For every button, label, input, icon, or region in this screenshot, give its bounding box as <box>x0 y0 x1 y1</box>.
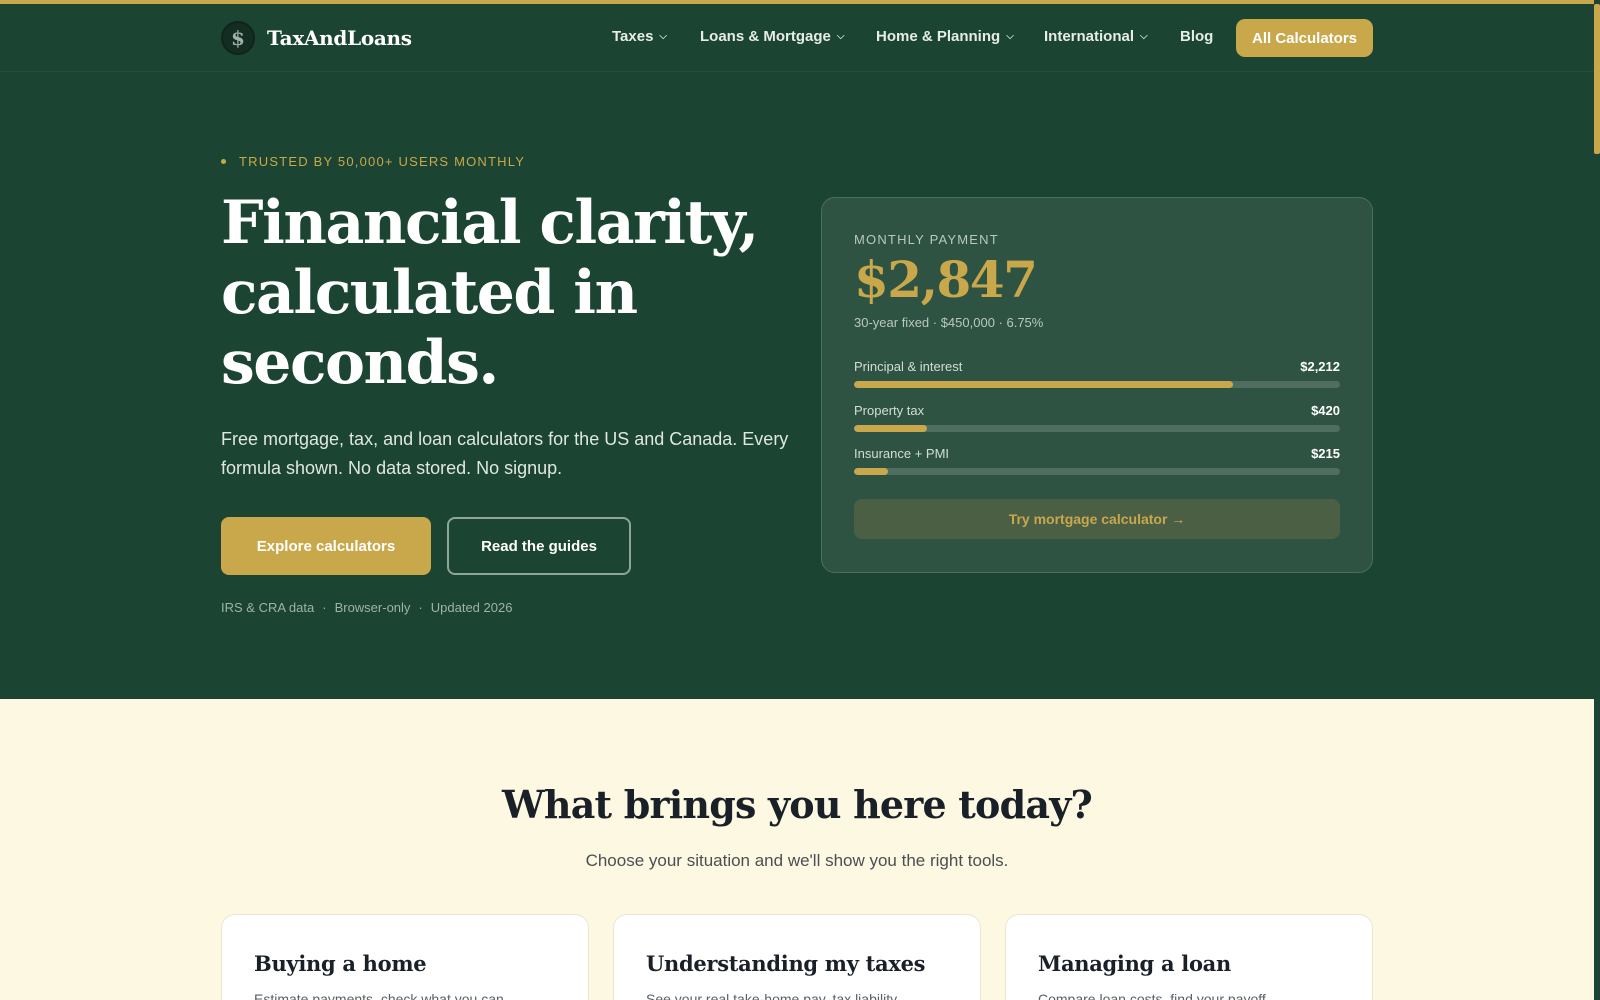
breakdown-bar-fill <box>854 468 889 475</box>
nav-item-home-planning[interactable]: Home & Planning ⌵ <box>876 28 1014 45</box>
breakdown-row-principal: Principal & interest $2,212 <box>854 359 1340 388</box>
meta-separator: · <box>322 600 327 615</box>
situation-card-desc: Compare loan costs, find your payoff <box>1038 991 1266 1000</box>
trusted-eyebrow: TRUSTED BY 50,000+ USERS MONTHLY <box>221 154 525 169</box>
situations-title: What brings you here today? <box>502 782 1093 827</box>
meta-separator: · <box>418 600 423 615</box>
all-calculators-button[interactable]: All Calculators <box>1236 19 1373 57</box>
hero-subtext: Free mortgage, tax, and loan calculators… <box>221 429 789 478</box>
chevron-down-icon: ⌵ <box>659 31 668 42</box>
site-logo[interactable]: $ TaxAndLoans <box>221 21 412 55</box>
brand-name: TaxAndLoans <box>267 26 412 50</box>
meta-item: Browser-only <box>334 600 411 615</box>
nav-item-label: International <box>1044 28 1135 45</box>
nav-item-label: Home & Planning <box>876 28 1001 45</box>
nav-item-taxes[interactable]: Taxes ⌵ <box>612 28 667 45</box>
situation-card-desc: See your real take-home pay, tax liabili… <box>646 991 898 1000</box>
breakdown-bar-track <box>854 468 1340 475</box>
breakdown-bar-track <box>854 381 1340 388</box>
trusted-text: TRUSTED BY 50,000+ USERS MONTHLY <box>239 154 526 169</box>
hero-section: TRUSTED BY 50,000+ USERS MONTHLY Financi… <box>0 72 1594 699</box>
breakdown-value: $215 <box>1311 446 1340 461</box>
site-header: $ TaxAndLoans Taxes ⌵ Loans & Mortgage ⌵… <box>0 4 1594 72</box>
situation-card-managing-loan[interactable]: Managing a loan Compare loan costs, find… <box>1005 914 1373 1000</box>
breakdown-bar-fill <box>854 381 1234 388</box>
situation-card-title: Understanding my taxes <box>646 951 926 976</box>
breakdown-label: Principal & interest <box>854 359 963 374</box>
meta-item: Updated 2026 <box>430 600 513 615</box>
dollar-coin-icon: $ <box>221 21 255 55</box>
chevron-down-icon: ⌵ <box>1140 31 1148 42</box>
card-label: MONTHLY PAYMENT <box>854 232 999 247</box>
bullet-dot-icon <box>221 159 226 164</box>
chevron-down-icon: ⌵ <box>836 31 845 42</box>
breakdown-label: Property tax <box>854 403 925 418</box>
nav-item-label: Blog <box>1180 28 1214 45</box>
nav-item-label: Taxes <box>612 28 654 45</box>
payment-amount: $2,847 <box>854 250 1038 309</box>
situation-card-desc: Estimate payments, check what you can <box>254 991 504 1000</box>
nav-item-international[interactable]: International ⌵ <box>1044 28 1148 45</box>
breakdown-bar-track <box>854 425 1340 432</box>
scrollbar-thumb[interactable] <box>1594 4 1600 154</box>
page-scrollbar[interactable] <box>1594 0 1600 1000</box>
nav-item-blog[interactable]: Blog <box>1180 28 1213 45</box>
monthly-payment-card: MONTHLY PAYMENT $2,847 30-year fixed · $… <box>821 197 1373 573</box>
situations-subtitle: Choose your situation and we'll show you… <box>585 851 1009 870</box>
breakdown-row-property-tax: Property tax $420 <box>854 403 1340 432</box>
situation-card-title: Managing a loan <box>1038 951 1231 976</box>
nav-item-loans-mortgage[interactable]: Loans & Mortgage ⌵ <box>700 28 844 45</box>
payment-details: 30-year fixed · $450,000 · 6.75% <box>854 315 1044 330</box>
situation-card-title: Buying a home <box>254 951 427 976</box>
breakdown-value: $420 <box>1311 403 1340 418</box>
read-guides-button[interactable]: Read the guides <box>447 517 631 575</box>
explore-calculators-button[interactable]: Explore calculators <box>221 517 431 575</box>
breakdown-bar-fill <box>854 425 927 432</box>
breakdown-label: Insurance + PMI <box>854 446 950 461</box>
situation-card-taxes[interactable]: Understanding my taxes See your real tak… <box>613 914 981 1000</box>
nav-item-label: Loans & Mortgage <box>700 28 831 45</box>
meta-item: IRS & CRA data <box>221 600 315 615</box>
hero-headline: Financial clarity, calculated in seconds… <box>221 188 759 398</box>
breakdown-value: $2,212 <box>1300 359 1340 374</box>
breakdown-row-insurance: Insurance + PMI $215 <box>854 446 1340 475</box>
situation-card-buying-home[interactable]: Buying a home Estimate payments, check w… <box>221 914 589 1000</box>
chevron-down-icon: ⌵ <box>1006 31 1014 42</box>
try-mortgage-calculator-button[interactable]: Try mortgage calculator → <box>854 499 1340 539</box>
hero-meta: IRS & CRA data · Browser-only · Updated … <box>221 600 512 615</box>
